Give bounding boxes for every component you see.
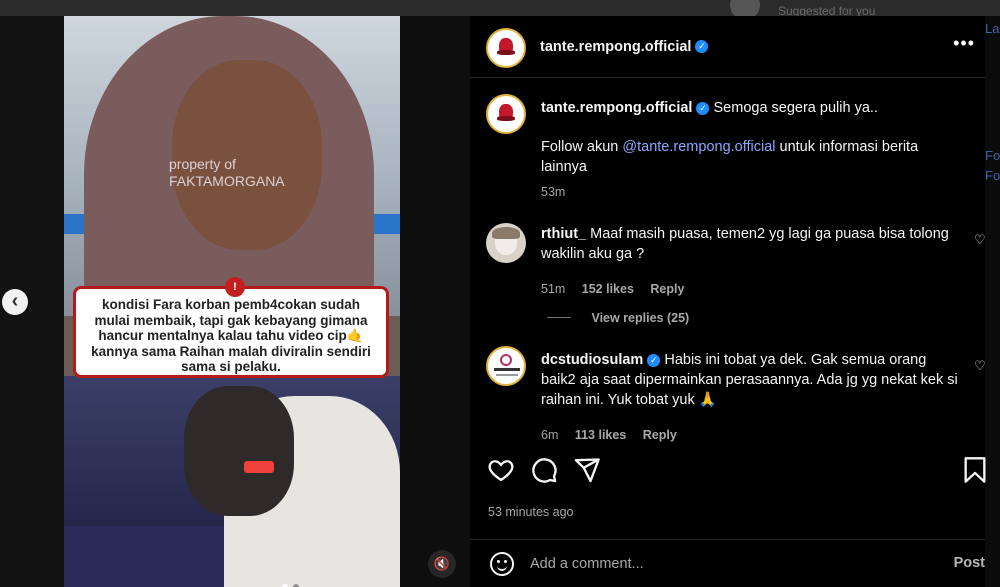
media-caption-box: ! kondisi Fara korban pemb4cokan sudah m… (73, 277, 389, 378)
post-comment-button[interactable]: Post (954, 555, 985, 571)
view-replies[interactable]: View replies (25) (547, 309, 697, 327)
mention-link[interactable]: @tante.rempong.official (622, 139, 775, 155)
comment-time: 6m (541, 428, 559, 442)
comment-reply-button[interactable]: Reply (643, 428, 677, 442)
share-send-icon[interactable] (573, 456, 601, 484)
media-caption-text: kondisi Fara korban pemb4cokan sudah mul… (91, 297, 371, 374)
media-watermark: property of FAKTAMORGANA (169, 156, 285, 189)
background-feed: Suggested for you (0, 0, 1000, 16)
author-avatar[interactable] (486, 28, 526, 68)
post-media[interactable]: property of FAKTAMORGANA ! kondisi Fara … (64, 16, 400, 587)
view-replies-line (547, 317, 571, 319)
save-bookmark-icon[interactable] (963, 456, 991, 484)
author-username[interactable]: tante.rempong.official (540, 39, 691, 55)
caption-author-avatar[interactable] (486, 94, 526, 134)
caption-text: Semoga segera pulih ya.. (713, 100, 878, 116)
previous-slide-button[interactable]: ‹ (2, 289, 28, 315)
comment-likes[interactable]: 113 likes (575, 428, 626, 442)
action-bar: 53 minutes ago (470, 456, 986, 519)
view-replies-label[interactable]: View replies (25) (591, 311, 689, 325)
verified-badge-icon: ✓ (695, 40, 709, 54)
caption-username[interactable]: tante.rempong.official (541, 100, 692, 116)
comment-time: 51m (541, 282, 566, 296)
comment-composer: Post (470, 539, 985, 587)
verified-badge-icon: ✓ (696, 101, 710, 115)
suggested-avatar (730, 0, 760, 16)
comment-bubble-icon[interactable] (530, 456, 558, 484)
comment-username[interactable]: rthiut_ (541, 226, 586, 242)
comment-text: Maaf masih puasa, temen2 yg lagi ga puas… (541, 226, 949, 262)
emoji-icon[interactable] (490, 552, 514, 576)
like-comment-heart-icon[interactable]: ♡ (974, 232, 986, 248)
comment-likes[interactable]: 152 likes (582, 282, 634, 296)
media-person-face (172, 60, 322, 250)
like-heart-icon[interactable] (487, 456, 515, 484)
media-phone (244, 461, 274, 473)
caption-follow-line: Follow akun @tante.rempong.official untu… (541, 139, 919, 175)
verified-badge-icon: ✓ (647, 353, 661, 367)
background-feed-peek: Fol Fol Lai (985, 16, 1000, 587)
post-header: tante.rempong.official ✓ ••• (470, 16, 985, 78)
alert-icon: ! (225, 277, 245, 297)
comment-username[interactable]: dcstudiosulam (541, 352, 643, 368)
caption-time: 53m (541, 185, 566, 199)
comment-item: rthiut_ Maaf masih puasa, temen2 yg lagi… (541, 224, 961, 298)
mute-icon[interactable]: 🔇 (428, 550, 456, 578)
more-options-icon[interactable]: ••• (953, 34, 975, 52)
like-comment-heart-icon[interactable]: ♡ (974, 358, 986, 374)
instagram-post-modal: Suggested for you Fol Fol Lai property o… (0, 0, 1000, 587)
post-details-panel: tante.rempong.official ✓ ••• tante.rempon… (470, 16, 986, 587)
comment-reply-button[interactable]: Reply (650, 282, 684, 296)
post-caption: tante.rempong.official ✓ Semoga segera pu… (541, 98, 961, 199)
comment-input[interactable] (530, 552, 890, 576)
comment-avatar[interactable] (486, 346, 526, 386)
comment-item: dcstudiosulam ✓ Habis ini tobat ya dek. G… (541, 350, 961, 444)
media-second-person (184, 386, 294, 516)
post-timestamp[interactable]: 53 minutes ago (488, 505, 573, 519)
suggested-text: Suggested for you (778, 4, 876, 16)
comment-avatar[interactable] (486, 223, 526, 263)
modal-backdrop-gap[interactable] (400, 16, 470, 587)
